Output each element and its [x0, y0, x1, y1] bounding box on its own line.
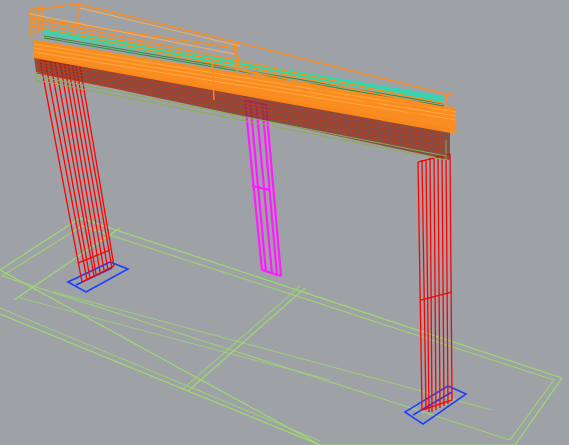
beam-body	[29, 3, 459, 161]
3d-viewport[interactable]	[0, 0, 569, 445]
column-right	[417, 153, 453, 413]
wireframe-model	[0, 3, 563, 445]
footplate-left	[66, 261, 130, 293]
ground-grid	[0, 217, 563, 445]
